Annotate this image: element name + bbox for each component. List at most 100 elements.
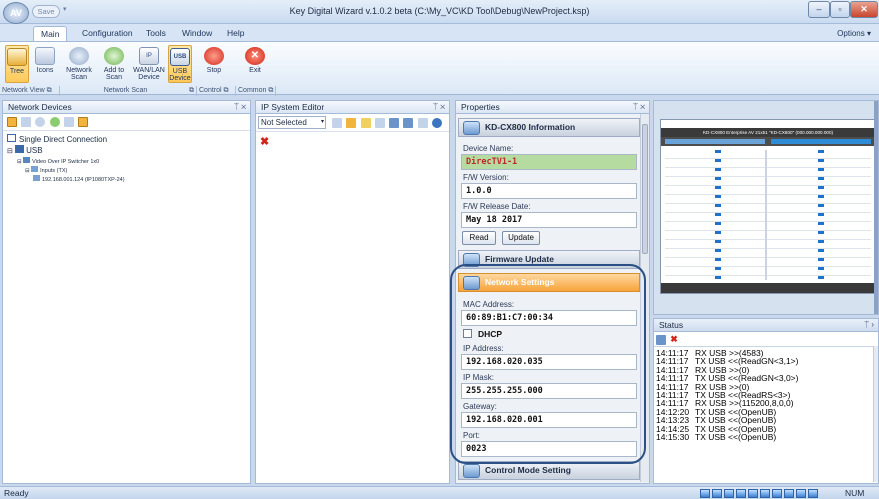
view-icon-6[interactable] (760, 489, 770, 498)
pin-icon[interactable]: ᛠ › (864, 319, 874, 331)
properties-panel: KD-CX800 Information Device Name: DirecT… (450, 114, 650, 484)
dialog-launcher-icon[interactable]: ⧉ (224, 87, 229, 94)
group-common: Common ⧉ (236, 86, 276, 96)
usb-icon[interactable] (78, 117, 89, 127)
preview-header: KD-CX800 Enterprise AV 21x51 "KD-CX800" … (661, 128, 875, 137)
read-button[interactable]: Read (462, 231, 496, 245)
device-name-label: Device Name: (463, 144, 514, 153)
window-title: Key Digital Wizard v.1.0.2 beta (C:\My_V… (289, 6, 590, 16)
fw-version-field: 1.0.0 (461, 183, 637, 199)
add-circle-icon[interactable] (431, 117, 442, 128)
preview-scrollbar[interactable] (874, 101, 878, 314)
device-name-field[interactable]: DirecTV1-1 (461, 154, 637, 170)
status-scrollbar[interactable] (873, 346, 878, 482)
clear-log-icon[interactable]: ✖ (670, 334, 678, 344)
switcher-icon (23, 157, 31, 163)
system-select[interactable]: Not Selected ▾ (258, 116, 326, 129)
dialog-launcher-icon[interactable]: ⧉ (189, 86, 196, 95)
add-icon[interactable] (49, 117, 60, 127)
update-button[interactable]: Update (502, 231, 540, 245)
tab-tools[interactable]: Tools (139, 26, 173, 42)
view-icon-3[interactable] (724, 489, 734, 498)
expand-icon[interactable]: ⊟ (17, 159, 22, 165)
pin-close-icons[interactable]: ᛠ ✕ (433, 101, 445, 113)
status-log-message: TX USB <<(OpenUB) (695, 432, 777, 443)
tree-device[interactable]: 192.168.001.124 (IP1080TXP-24) (3, 174, 250, 183)
stop-button[interactable]: Stop (201, 45, 227, 83)
remove-x-icon[interactable]: ✖ (256, 132, 449, 148)
pin-close-icons[interactable]: ᛠ ✕ (234, 101, 246, 113)
expand-icon[interactable]: ⊟ (7, 148, 13, 155)
view-icon-1[interactable] (700, 489, 710, 498)
copy-icon[interactable] (403, 117, 414, 128)
chevron-down-icon: ▾ (320, 119, 324, 125)
scan-icon[interactable] (35, 117, 46, 127)
dialog-launcher-icon[interactable]: ⧉ (268, 87, 273, 94)
device-icon[interactable] (63, 117, 74, 127)
title-bar: AV Save ▾ Key Digital Wizard v.1.0.2 bet… (0, 0, 879, 24)
preview-footer (661, 283, 875, 293)
view-icon-9[interactable] (796, 489, 806, 498)
usb-device-button[interactable]: USB USB Device (168, 45, 192, 83)
fw-release-field: May 18 2017 (461, 212, 637, 228)
ready-text: Ready (4, 488, 29, 498)
status-log-line: 14:15:30 TX USB <<(OpenUB) (656, 432, 878, 443)
usb-node-icon (15, 145, 25, 153)
view-icon-7[interactable] (772, 489, 782, 498)
info-icon[interactable] (360, 117, 371, 128)
tree-button[interactable]: Tree (5, 45, 29, 83)
view-icon-10[interactable] (808, 489, 818, 498)
tab-configuration[interactable]: Configuration (75, 26, 140, 42)
minimize-button[interactable]: – (808, 1, 830, 18)
ip-editor-toolbar: Not Selected ▾ (256, 114, 449, 132)
icons-button[interactable]: Icons (33, 45, 57, 83)
view-icon-2[interactable] (712, 489, 722, 498)
tx-device-icon (33, 175, 40, 181)
status-log-time: 14:15:30 (656, 432, 690, 443)
view-icon-5[interactable] (748, 489, 758, 498)
tree-usb[interactable]: ⊟ USB (3, 144, 250, 155)
network-scan-button[interactable]: Network Scan (62, 45, 96, 83)
info-section-header[interactable]: KD-CX800 Information (458, 118, 640, 137)
view-icon-4[interactable] (736, 489, 746, 498)
status-toolbar: ✖ (654, 332, 878, 346)
options-menu[interactable]: Options ▾ (837, 29, 871, 38)
tab-help[interactable]: Help (220, 26, 251, 42)
pin-close-icons[interactable]: ᛠ ✕ (633, 101, 645, 113)
fw-release-label: F/W Release Date: (463, 202, 531, 211)
group-control: Control ⧉ (197, 86, 236, 96)
icons-view-icon (35, 47, 55, 65)
dialog-launcher-icon[interactable]: ⧉ (47, 87, 52, 94)
save-icon[interactable] (389, 117, 400, 128)
expand-icon[interactable]: ⊟ (25, 168, 30, 174)
wan-lan-device-button[interactable]: IP WAN/LAN Device (131, 45, 167, 83)
ip-device-icon: IP (139, 47, 159, 65)
tree-switcher[interactable]: ⊟ Video Over IP Switcher 1x0 (3, 155, 250, 165)
status-header: Status ᛠ › (653, 318, 879, 332)
connection-icon (7, 134, 16, 142)
ip-editor-header: IP System Editor ᛠ ✕ (255, 100, 450, 114)
tab-main[interactable]: Main (33, 26, 68, 42)
delete-icon[interactable] (417, 117, 428, 128)
num-lock-indicator: NUM (845, 488, 865, 498)
save-log-icon[interactable] (656, 334, 666, 345)
close-button[interactable]: ✕ (850, 1, 878, 18)
tree-inputs[interactable]: ⊟ Inputs (TX) (3, 165, 250, 174)
tree-root[interactable]: Single Direct Connection (3, 131, 250, 144)
exit-button[interactable]: ✕ Exit (242, 45, 268, 83)
add-to-scan-button[interactable]: Add to Scan (99, 45, 129, 83)
status-log-line: 14:11:17 TX USB <<(ReadGN<3,0>) (656, 374, 878, 383)
scrollbar-thumb[interactable] (642, 124, 648, 254)
view-icon-8[interactable] (784, 489, 794, 498)
maximize-button[interactable]: ▫ (830, 1, 850, 18)
usb-device-icon: USB (170, 48, 190, 66)
ribbon-tab-bar: Main Configuration Tools Window Help Opt… (0, 24, 879, 42)
edit-icon[interactable] (346, 117, 357, 128)
tree-view-icon (7, 48, 27, 66)
link-icon[interactable] (332, 117, 343, 128)
tab-window[interactable]: Window (175, 26, 219, 42)
device-preview-image[interactable]: KD-CX800 Enterprise AV 21x51 "KD-CX800" … (660, 119, 876, 294)
page-icon[interactable] (374, 117, 385, 128)
tree-toggle-icon[interactable] (7, 117, 17, 127)
grid-icon[interactable] (21, 117, 32, 127)
